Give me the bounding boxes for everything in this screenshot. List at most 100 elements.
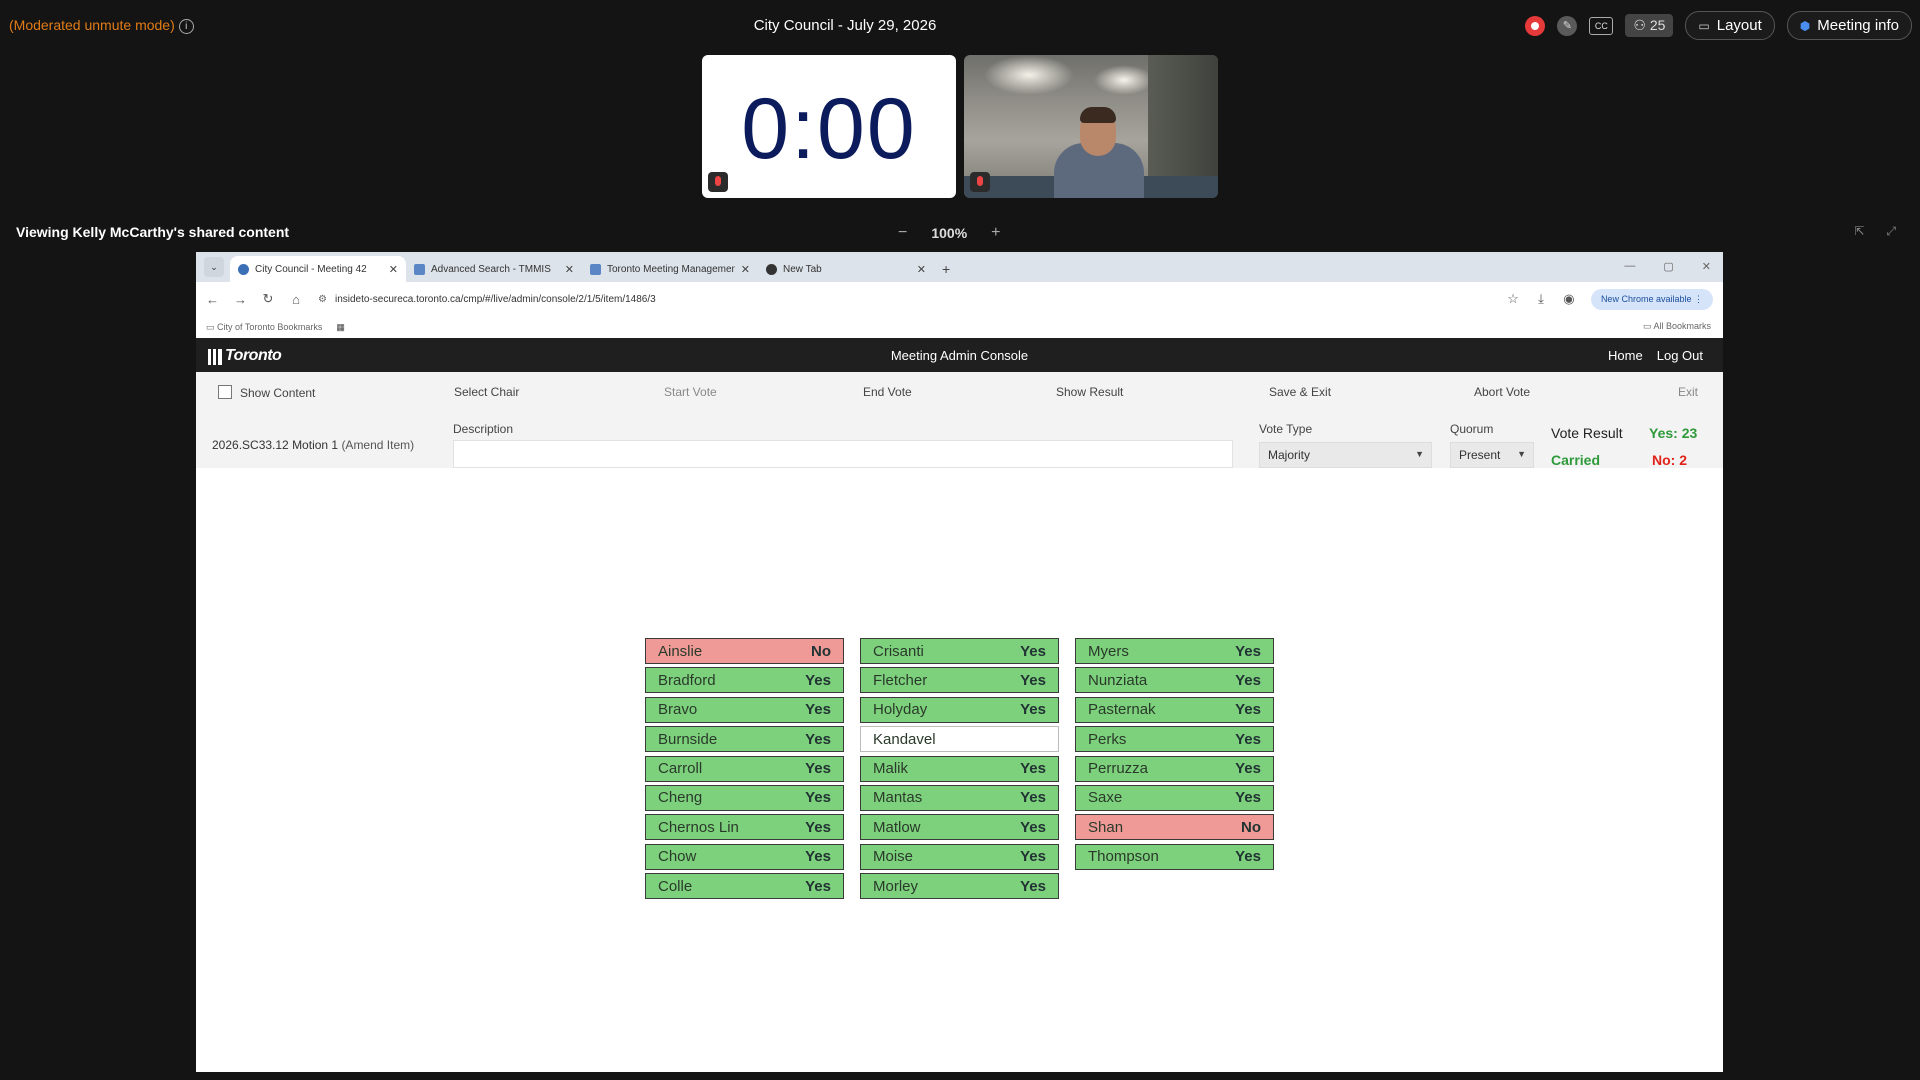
bookmark-folder[interactable]: ▭ City of Toronto Bookmarks	[206, 322, 322, 333]
back-icon[interactable]: ←	[206, 292, 219, 307]
vote-row: Morley Yes	[860, 873, 1059, 900]
start-vote-button[interactable]: Start Vote	[664, 385, 717, 399]
councillor-name: Burnside	[658, 730, 718, 748]
home-icon[interactable]: ⌂	[290, 292, 302, 307]
timer-video-tile[interactable]: 0:00	[702, 55, 956, 198]
vote-value: Yes	[1020, 701, 1046, 719]
vote-row: Bravo Yes	[645, 696, 844, 723]
header-links: Home Log Out	[1608, 348, 1703, 363]
councillor-name: Nunziata	[1088, 671, 1148, 689]
councillor-name: Cheng	[658, 789, 703, 807]
fullscreen-icon[interactable]: ⤢	[1886, 224, 1896, 239]
popout-icon[interactable]: ⇱	[1854, 224, 1864, 239]
councillor-name: Kandavel	[873, 730, 936, 748]
forward-icon[interactable]: →	[234, 292, 247, 307]
vote-row: Colle Yes	[645, 873, 844, 900]
vote-value: Yes	[1020, 642, 1046, 660]
show-result-button[interactable]: Show Result	[1056, 385, 1123, 399]
vote-row: Matlow Yes	[860, 814, 1059, 841]
chrome-update-button[interactable]: New Chrome available ⋮	[1590, 288, 1713, 310]
shared-content-label: Viewing Kelly McCarthy's shared content	[16, 224, 290, 240]
layout-label: Layout	[1716, 17, 1762, 34]
vote-row: Carroll Yes	[645, 755, 844, 782]
vote-value: Yes	[805, 789, 831, 807]
tab-label: Toronto Meeting Management	[607, 263, 735, 275]
vote-row: Ainslie No	[645, 638, 844, 664]
download-icon[interactable]: ⤓	[1535, 291, 1547, 307]
vote-type-select[interactable]: Majority ▼	[1259, 442, 1432, 468]
tmmis-icon	[414, 263, 425, 275]
bookmark-star-icon[interactable]: ☆	[1507, 291, 1519, 307]
app-header: Toronto Meeting Admin Console Home Log O…	[196, 338, 1723, 372]
site-info-icon[interactable]: ⚙	[318, 294, 327, 305]
browser-tab[interactable]: New Tab ✕	[758, 256, 934, 282]
councillor-name: Saxe	[1088, 789, 1123, 807]
motion-detail-row: 2026.SC33.12 Motion 1 (Amend Item) Descr…	[196, 412, 1723, 468]
close-tab-icon[interactable]: ✕	[565, 263, 574, 276]
zoom-level: 100%	[931, 225, 968, 241]
ceiling-light	[1094, 65, 1154, 95]
chevron-down-icon: ▼	[1415, 449, 1424, 459]
participants-button[interactable]: ⚇ 25	[1625, 14, 1674, 37]
councillor-name: Matlow	[873, 818, 921, 836]
chrome-icon	[766, 263, 777, 275]
select-chair-button[interactable]: Select Chair	[454, 385, 519, 399]
vote-column-2: Crisanti Yes Fletcher Yes Holyday Yes Kandavel…	[860, 638, 1059, 903]
logout-link[interactable]: Log Out	[1657, 348, 1703, 363]
councillor-name: Ainslie	[658, 642, 703, 660]
vote-value: Yes	[1235, 671, 1261, 689]
exit-button[interactable]: Exit	[1678, 385, 1698, 399]
close-window-icon[interactable]: ✕	[1702, 260, 1711, 273]
browser-tab[interactable]: Toronto Meeting Management ✕	[582, 256, 758, 282]
tab-search-icon[interactable]: ⌄	[204, 257, 224, 277]
vote-type-label: Vote Type	[1259, 422, 1313, 436]
show-content-checkbox[interactable]	[218, 385, 232, 399]
browser-tab[interactable]: Advanced Search - TMMIS ✕	[406, 256, 582, 282]
bookmarks-bar: ▭ City of Toronto Bookmarks ▦ ▭ All Book…	[196, 316, 1723, 338]
vote-result-status: Carried	[1551, 452, 1601, 468]
abort-vote-button[interactable]: Abort Vote	[1474, 385, 1530, 399]
vote-value: Yes	[1235, 642, 1261, 660]
browser-tab-active[interactable]: City Council - Meeting 42 ✕	[230, 256, 406, 282]
zoom-in-button[interactable]: +	[991, 224, 1000, 242]
ceiling-light	[984, 55, 1074, 95]
all-bookmarks-button[interactable]: ▭ All Bookmarks	[1643, 321, 1711, 332]
meeting-info-button[interactable]: ⬢ Meeting info	[1786, 11, 1912, 40]
globe-icon	[238, 263, 249, 275]
close-tab-icon[interactable]: ✕	[741, 263, 750, 276]
home-link[interactable]: Home	[1608, 348, 1643, 363]
annotate-icon[interactable]: ✎	[1557, 15, 1578, 36]
shield-icon: ⬢	[1799, 18, 1811, 33]
motion-title: 2026.SC33.12 Motion 1 (Amend Item)	[212, 438, 414, 452]
profile-icon[interactable]: ◉	[1563, 291, 1575, 307]
participant-video-tile[interactable]	[964, 55, 1218, 198]
layout-button[interactable]: ▭ Layout	[1685, 11, 1775, 40]
close-tab-icon[interactable]: ✕	[917, 263, 926, 276]
show-content-toggle[interactable]: Show Content	[218, 385, 315, 400]
url-bar[interactable]: ⚙ insideto-secureca.toronto.ca/cmp/#/liv…	[318, 287, 1492, 311]
minimize-icon[interactable]: —	[1624, 260, 1635, 273]
meeting-controls: ✎ CC ⚇ 25 ▭ Layout ⬢ Meeting info	[1525, 11, 1912, 40]
vote-row: Moise Yes	[860, 843, 1059, 870]
maximize-icon[interactable]: ▢	[1663, 260, 1673, 273]
people-icon: ⚇	[1633, 17, 1650, 33]
layout-icon: ▭	[1698, 18, 1710, 33]
councillor-name: Carroll	[658, 760, 703, 778]
vote-value: Yes	[805, 848, 831, 866]
muted-mic-icon	[970, 172, 990, 192]
zoom-out-button[interactable]: −	[898, 224, 907, 242]
address-bar-row: ← → ↻ ⌂ ⚙ insideto-secureca.toronto.ca/c…	[196, 282, 1723, 316]
reload-icon[interactable]: ↻	[262, 291, 274, 307]
vote-row: Holyday Yes	[860, 696, 1059, 723]
save-exit-button[interactable]: Save & Exit	[1269, 385, 1331, 399]
description-field[interactable]	[453, 440, 1233, 468]
quorum-select[interactable]: Present ▼	[1450, 442, 1534, 468]
url-text: insideto-secureca.toronto.ca/cmp/#/live/…	[334, 293, 656, 305]
apps-icon[interactable]: ▦	[336, 322, 344, 333]
vote-row: Bradford Yes	[645, 667, 844, 694]
close-tab-icon[interactable]: ✕	[389, 263, 398, 276]
end-vote-button[interactable]: End Vote	[863, 385, 912, 399]
captions-icon[interactable]: CC	[1589, 16, 1614, 35]
councillor-name: Bradford	[658, 671, 716, 689]
new-tab-button[interactable]: +	[942, 261, 950, 277]
